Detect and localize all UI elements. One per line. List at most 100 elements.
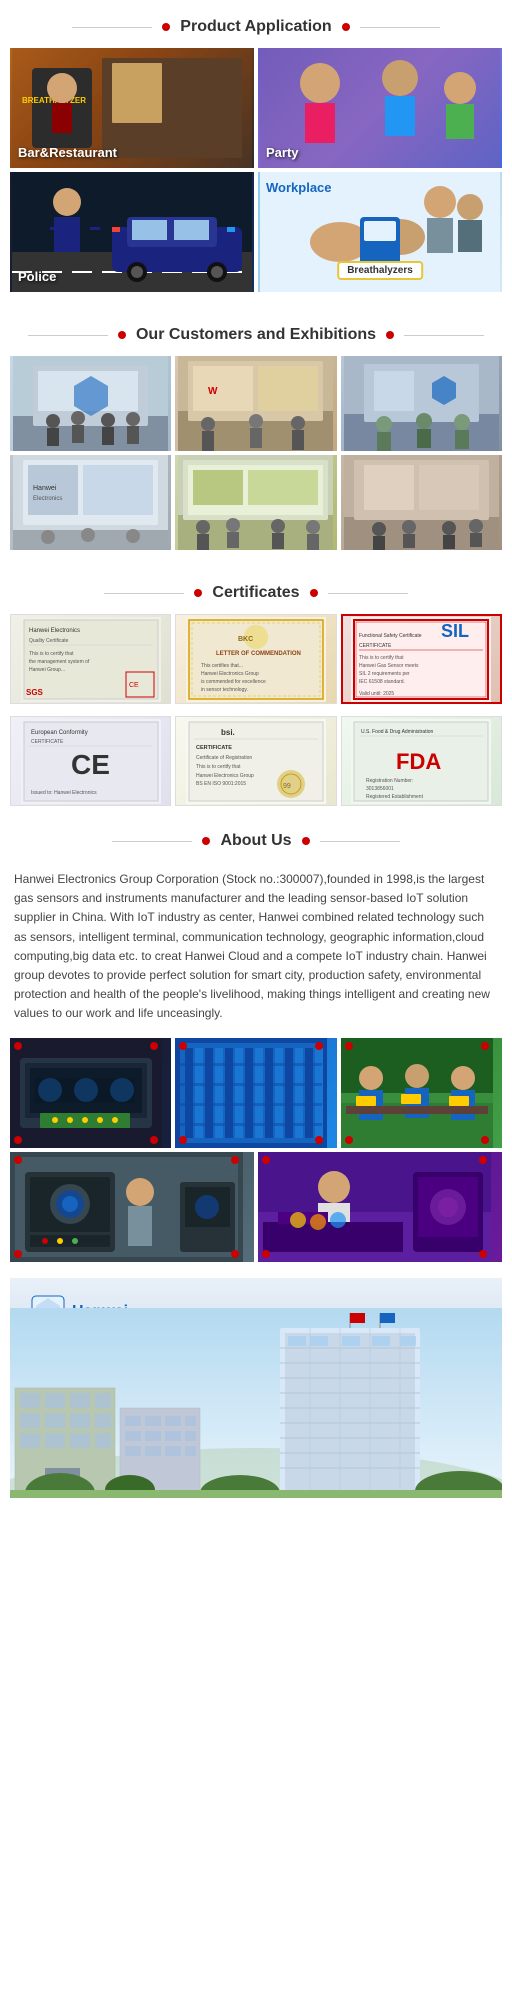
about-section: About Us Hanwei Electronics Group Corpor…	[0, 814, 512, 1278]
about-dot-left	[202, 837, 210, 845]
manufacturing-1-illustration	[10, 1038, 162, 1148]
exhibition-cell-6	[341, 455, 502, 550]
fda-cert-illustration: U.S. Food & Drug Administration FDA Regi…	[351, 719, 491, 804]
about-text: Hanwei Electronics Group Corporation (St…	[0, 862, 512, 1038]
cert-line-right	[328, 593, 408, 594]
svg-text:Hanwei Gas Sensor meets: Hanwei Gas Sensor meets	[359, 663, 419, 669]
customers-dot-left	[118, 331, 126, 339]
cert-dot-left	[194, 589, 202, 597]
svg-text:Issued to: Hanwei Electronics: Issued to: Hanwei Electronics	[31, 790, 97, 796]
sgs-cert-illustration: Hanwei Electronics Quality Certificate T…	[21, 617, 161, 702]
svg-text:SGS: SGS	[26, 688, 44, 697]
about-cell-manufacturing-3	[341, 1038, 502, 1148]
product-application-title: Product Application	[180, 18, 331, 36]
svg-text:CERTIFICATE: CERTIFICATE	[31, 739, 64, 745]
about-dot-right	[302, 837, 310, 845]
header-line-left	[72, 27, 152, 28]
about-images-top	[0, 1038, 512, 1152]
cert-line-left	[104, 593, 184, 594]
cert-grid-row1: Hanwei Electronics Quality Certificate T…	[0, 614, 512, 712]
exhibition-cell-3	[341, 356, 502, 451]
exhibition-cell-1	[10, 356, 171, 451]
exhibition-1-illustration	[13, 356, 168, 451]
police-label: Police	[18, 269, 56, 284]
breathalyzer-badge: Breathalyzers	[337, 261, 423, 280]
certificates-header: Certificates	[0, 566, 512, 614]
product-application-header: Product Application	[0, 0, 512, 48]
cert-cell-fda: U.S. Food & Drug Administration FDA Regi…	[341, 716, 502, 806]
svg-text:Electronics: Electronics	[33, 496, 62, 502]
svg-text:BS EN ISO 9001:2015: BS EN ISO 9001:2015	[196, 781, 246, 787]
about-images-bottom	[0, 1152, 512, 1278]
about-line-left	[112, 841, 192, 842]
header-line-right	[360, 27, 440, 28]
cert-cell-ce: European Conformity CERTIFICATE CE Issue…	[10, 716, 171, 806]
cert-cell-bsi: bsi. CERTIFICATE Certificate of Registra…	[175, 716, 336, 806]
sil-cert-illustration: SIL Functional Safety Certificate CERTIF…	[351, 617, 491, 702]
exhibition-grid: W	[0, 356, 512, 566]
exhibition-5-illustration	[178, 455, 333, 550]
about-cell-lab-1	[10, 1152, 254, 1262]
svg-text:Quality Certificate: Quality Certificate	[29, 638, 69, 644]
exhibition-cell-5	[175, 455, 336, 550]
customers-title: Our Customers and Exhibitions	[136, 326, 376, 344]
svg-text:SIL: SIL	[441, 621, 469, 641]
product-grid: BREATHALYZER Bar&Restaurant	[0, 48, 512, 308]
attestation-cert-illustration: BKC LETTER OF COMMENDATION This certifie…	[186, 617, 326, 702]
manufacturing-3-illustration	[341, 1038, 493, 1148]
svg-text:European Conformity: European Conformity	[31, 730, 88, 736]
cert-cell-sgs: Hanwei Electronics Quality Certificate T…	[10, 614, 171, 704]
header-dot-right	[342, 23, 350, 31]
svg-text:Hanwei Electronics Group: Hanwei Electronics Group	[196, 773, 254, 779]
product-application-section: Product Application BREATHALYZER Bar&Res…	[0, 0, 512, 308]
certificates-title: Certificates	[212, 584, 299, 602]
svg-text:99: 99	[283, 783, 291, 790]
svg-text:Valid until: 2025: Valid until: 2025	[359, 691, 394, 697]
svg-text:FDA: FDA	[396, 749, 441, 774]
product-cell-bar-restaurant: BREATHALYZER Bar&Restaurant	[10, 48, 254, 168]
product-cell-party: Party	[258, 48, 502, 168]
cert-dot-right	[310, 589, 318, 597]
about-cell-lab-2	[258, 1152, 502, 1262]
lab-2-illustration	[258, 1152, 491, 1262]
svg-text:U.S. Food & Drug Administratio: U.S. Food & Drug Administration	[361, 729, 433, 735]
lab-1-illustration	[10, 1152, 243, 1262]
product-cell-workplace: Workplace Breathalyzers	[258, 172, 502, 292]
cert-cell-sil: SIL Functional Safety Certificate CERTIF…	[341, 614, 502, 704]
svg-text:IEC 61508 standard.: IEC 61508 standard.	[359, 679, 405, 685]
exhibition-3-illustration	[344, 356, 499, 451]
customers-line-left	[28, 335, 108, 336]
exhibition-cell-4: Hanwei Electronics	[10, 455, 171, 550]
manufacturing-2-illustration	[175, 1038, 327, 1148]
svg-text:This is to certify that: This is to certify that	[196, 764, 241, 770]
svg-text:Registered Establishment: Registered Establishment	[366, 794, 424, 800]
customers-dot-right	[386, 331, 394, 339]
certificates-section: Certificates Hanwei Electronics Quality …	[0, 566, 512, 814]
workplace-label: Workplace	[266, 180, 332, 195]
svg-text:Registration Number:: Registration Number:	[366, 778, 413, 784]
svg-text:Hanwei Electronics: Hanwei Electronics	[29, 628, 80, 634]
exhibition-6-illustration	[344, 455, 499, 550]
svg-text:LETTER OF COMMENDATION: LETTER OF COMMENDATION	[216, 651, 301, 657]
customers-section: Our Customers and Exhibitions	[0, 308, 512, 566]
party-label: Party	[266, 145, 299, 160]
about-line-right	[320, 841, 400, 842]
exhibition-cell-2: W	[175, 356, 336, 451]
svg-text:in sensor technology.: in sensor technology.	[201, 687, 248, 693]
ce-cert-illustration: European Conformity CERTIFICATE CE Issue…	[21, 719, 161, 804]
exhibition-2-illustration: W	[178, 356, 333, 451]
svg-text:This is to certify that: This is to certify that	[359, 655, 404, 661]
svg-text:CE: CE	[71, 749, 110, 780]
about-title: About Us	[220, 832, 291, 850]
svg-text:Functional Safety Certificate: Functional Safety Certificate	[359, 633, 422, 639]
svg-text:Certificate of Registration: Certificate of Registration	[196, 755, 252, 761]
svg-text:bsi.: bsi.	[221, 728, 235, 737]
svg-text:Hanwei Group...: Hanwei Group...	[29, 667, 65, 673]
svg-text:CERTIFICATE: CERTIFICATE	[196, 745, 232, 751]
customers-line-right	[404, 335, 484, 336]
about-cell-manufacturing-2	[175, 1038, 336, 1148]
about-cell-manufacturing-1	[10, 1038, 171, 1148]
svg-text:This certifies that...: This certifies that...	[201, 663, 243, 669]
building-illustration	[10, 1308, 502, 1498]
cert-cell-attestation: BKC LETTER OF COMMENDATION This certifie…	[175, 614, 336, 704]
